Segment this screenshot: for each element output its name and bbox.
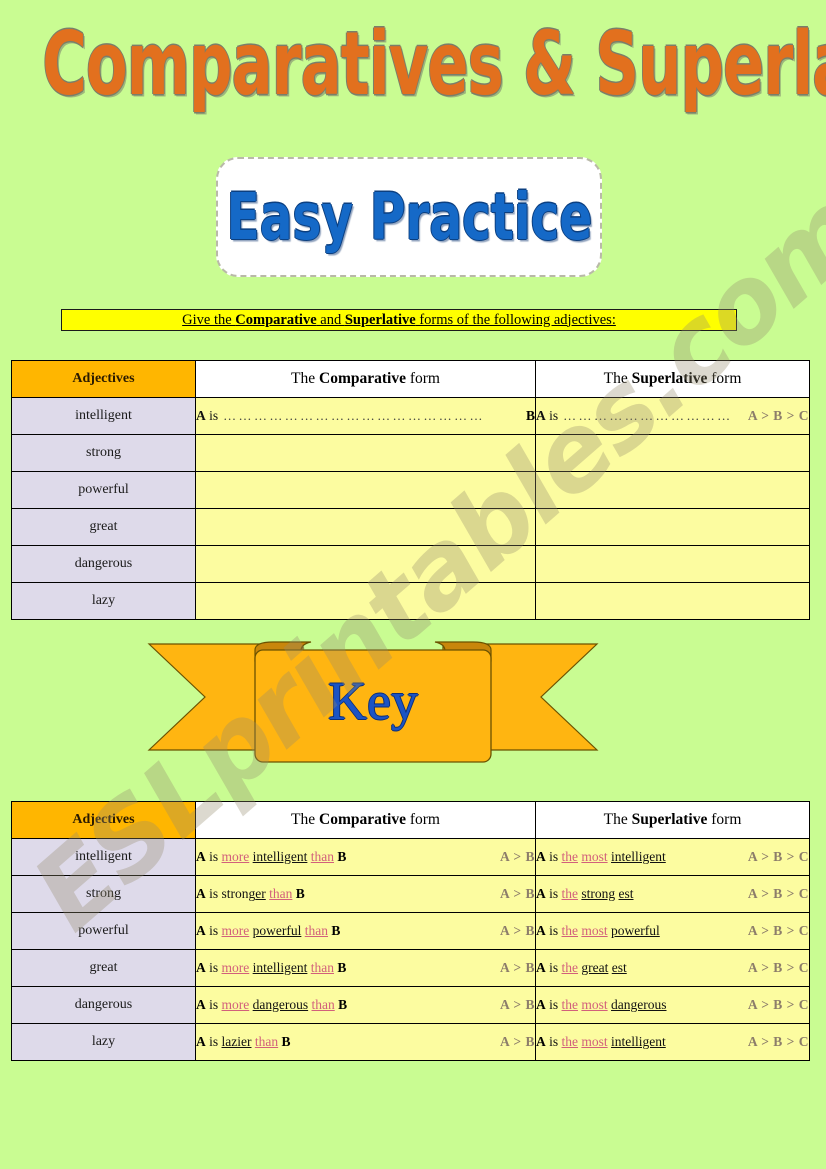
comparative-answer-cell[interactable] xyxy=(195,545,536,583)
key-comparative-cell: A is more intelligent than BA > B xyxy=(195,838,536,876)
header-superlative-bold: Superlative xyxy=(631,370,708,387)
key-ribbon: Key xyxy=(143,632,603,772)
comparative-answer-cell[interactable] xyxy=(195,582,536,620)
key-superlative-cell: A is the great est A > B > C xyxy=(535,949,810,987)
ribbon-graphic xyxy=(147,641,599,763)
superlative-answer-cell[interactable] xyxy=(535,582,810,620)
key-table: Adjectives The Comparative form The Supe… xyxy=(11,801,810,1061)
table-row: powerful xyxy=(11,471,810,509)
header-comparative-bold: Comparative xyxy=(319,370,406,387)
page-title-text: Comparatives & Superlatives xyxy=(42,13,826,116)
page-title: Comparatives & Superlatives xyxy=(0,16,826,114)
header-superlative-post: form xyxy=(707,370,742,387)
key-adjective-cell: intelligent xyxy=(11,838,196,876)
key-adjective-cell: dangerous xyxy=(11,986,196,1024)
comparative-answer-cell[interactable] xyxy=(195,508,536,546)
instruction-part-comparative: Comparative xyxy=(235,311,317,328)
key-adjective-cell: great xyxy=(11,949,196,987)
adjective-cell: lazy xyxy=(11,582,196,620)
adjective-cell: strong xyxy=(11,434,196,472)
key-table-row: strong A is stronger than BA > BA is the … xyxy=(11,875,810,913)
table-row: dangerous xyxy=(11,545,810,583)
key-adjective-cell: powerful xyxy=(11,912,196,950)
superlative-answer-cell[interactable] xyxy=(535,471,810,509)
key-table-row: intelligent A is more intelligent than BA… xyxy=(11,838,810,876)
key-table-row: great A is more intelligent than BA > BA … xyxy=(11,949,810,987)
key-adjective-cell: lazy xyxy=(11,1023,196,1061)
worksheet-page: ESLprintables.com Comparatives & Superla… xyxy=(0,0,826,1169)
comparative-answer-cell[interactable]: A is …………………………………………… B xyxy=(195,397,536,435)
adjective-cell: great xyxy=(11,508,196,546)
header-comparative: The Comparative form xyxy=(195,360,536,398)
instruction-part-5: forms of the following adjectives: xyxy=(415,311,616,328)
key-superlative-cell: A is the most intelligent A > B > C xyxy=(535,838,810,876)
instruction-part-3: and xyxy=(316,311,345,328)
adjective-cell: powerful xyxy=(11,471,196,509)
header-superlative: The Superlative form xyxy=(535,360,810,398)
key-table-row: dangerous A is more dangerous than BA > B… xyxy=(11,986,810,1024)
table-row: lazy xyxy=(11,582,810,620)
key-header-superlative-pre: The xyxy=(603,811,632,828)
key-table-row: powerful A is more powerful than BA > BA … xyxy=(11,912,810,950)
instruction-text: Give the Comparative and Superlative for… xyxy=(182,312,616,329)
subtitle-text: Easy Practice xyxy=(226,179,592,255)
table-row: intelligent A is …………………………………………… B A is …… xyxy=(11,397,810,435)
key-header-comparative-bold: Comparative xyxy=(319,811,406,828)
table-row: great xyxy=(11,508,810,546)
practice-table: Adjectives The Comparative form The Supe… xyxy=(11,360,810,620)
header-adjectives: Adjectives xyxy=(11,360,196,398)
key-adjective-cell: strong xyxy=(11,875,196,913)
table-header-row: Adjectives The Comparative form The Supe… xyxy=(11,360,810,398)
comparative-answer-cell[interactable] xyxy=(195,471,536,509)
key-header-adjectives: Adjectives xyxy=(11,801,196,839)
key-comparative-cell: A is lazier than BA > B xyxy=(195,1023,536,1061)
instruction-part-1: Give the xyxy=(182,311,236,328)
subtitle-box: Easy Practice xyxy=(216,157,602,277)
key-header-superlative-post: form xyxy=(707,811,742,828)
key-table-header-row: Adjectives The Comparative form The Supe… xyxy=(11,801,810,839)
key-header-comparative-pre: The xyxy=(291,811,319,828)
key-comparative-cell: A is stronger than BA > B xyxy=(195,875,536,913)
header-comparative-pre: The xyxy=(291,370,319,387)
key-header-superlative-bold: Superlative xyxy=(631,811,708,828)
key-superlative-cell: A is the most dangerous A > B > C xyxy=(535,986,810,1024)
key-comparative-cell: A is more intelligent than BA > B xyxy=(195,949,536,987)
key-superlative-cell: A is the most intelligent A > B > C xyxy=(535,1023,810,1061)
instruction-banner: Give the Comparative and Superlative for… xyxy=(61,309,737,331)
adjective-cell: dangerous xyxy=(11,545,196,583)
header-superlative-pre: The xyxy=(603,370,632,387)
key-comparative-cell: A is more powerful than BA > B xyxy=(195,912,536,950)
superlative-answer-cell[interactable] xyxy=(535,545,810,583)
table-row: strong xyxy=(11,434,810,472)
superlative-answer-cell[interactable] xyxy=(535,508,810,546)
key-header-comparative-post: form xyxy=(405,811,440,828)
instruction-part-superlative: Superlative xyxy=(344,311,416,328)
key-header-superlative: The Superlative form xyxy=(535,801,810,839)
superlative-answer-cell[interactable]: A is …………………………… A > B > C xyxy=(535,397,810,435)
key-comparative-cell: A is more dangerous than BA > B xyxy=(195,986,536,1024)
key-superlative-cell: A is the most powerful A > B > C xyxy=(535,912,810,950)
key-superlative-cell: A is the strong est A > B > C xyxy=(535,875,810,913)
header-comparative-post: form xyxy=(405,370,440,387)
key-header-comparative: The Comparative form xyxy=(195,801,536,839)
comparative-answer-cell[interactable] xyxy=(195,434,536,472)
key-table-row: lazy A is lazier than BA > BA is the most… xyxy=(11,1023,810,1061)
superlative-answer-cell[interactable] xyxy=(535,434,810,472)
adjective-cell: intelligent xyxy=(11,397,196,435)
